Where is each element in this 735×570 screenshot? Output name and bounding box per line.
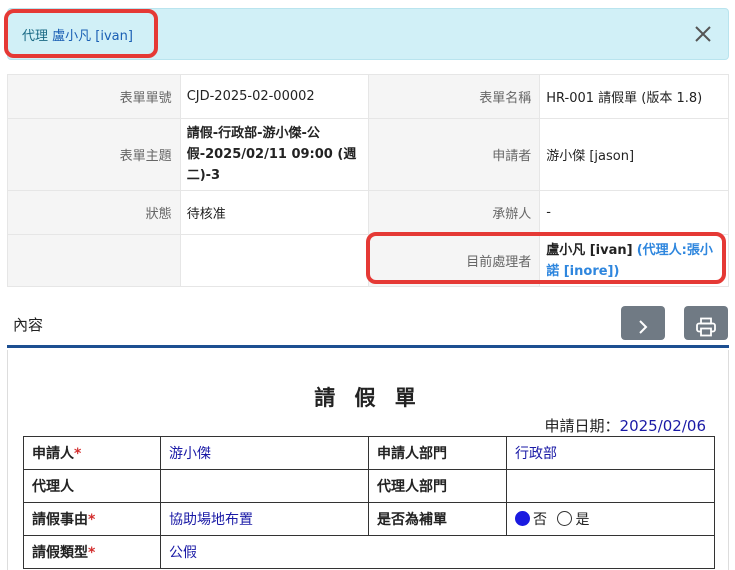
leave-form-title: 請 假 單	[314, 386, 422, 410]
form-dept-label: 申請人部門	[368, 436, 507, 470]
proxy-notice: 代理 盧小凡 [ivan]	[22, 25, 133, 44]
required-mark: *	[88, 512, 96, 528]
subject-label: 表單主題	[7, 118, 181, 191]
section-title: 內容	[13, 316, 44, 334]
current-handler-name: 盧小凡 [ivan]	[546, 242, 633, 258]
apply-date: 申請日期：2025/02/06	[545, 415, 706, 436]
status-value: 待核准	[179, 190, 369, 235]
leave-form: 請 假 單 申請日期：2025/02/06 申請人* 游小傑 申請人部門 行政部…	[7, 350, 729, 570]
form-makeup-label: 是否為補單	[368, 502, 507, 536]
form-applicant-label: 申請人*	[23, 436, 161, 470]
proxy-user-name: 盧小凡 [ivan]	[52, 29, 133, 44]
form-proxy-label: 代理人	[23, 469, 161, 503]
apply-date-value: 2025/02/06	[619, 417, 706, 435]
form-reason-value: 協助場地布置	[160, 502, 369, 536]
form-type-value: 公假	[160, 535, 715, 569]
content-section-header: 內容	[7, 306, 729, 348]
proxy-prefix: 代理	[22, 29, 49, 44]
form-name-value: HR-001 請假單 (版本 1.8)	[539, 74, 729, 119]
handler-label: 承辦人	[367, 190, 541, 235]
chevron-right-icon	[639, 319, 648, 334]
makeup-no-radio[interactable]	[515, 511, 530, 526]
required-mark: *	[74, 446, 82, 462]
form-proxy-dept-label: 代理人部門	[368, 469, 507, 503]
proxy-alert: 代理 盧小凡 [ivan]	[7, 8, 729, 60]
print-button[interactable]	[684, 306, 728, 340]
status-label: 狀態	[7, 190, 181, 235]
close-alert-button[interactable]	[688, 19, 718, 49]
current-handler-value: 盧小凡 [ivan] (代理人:張小諾 [inore])	[539, 234, 729, 287]
form-proxy-value	[160, 469, 369, 503]
form-no-value: CJD-2025-02-00002	[179, 74, 369, 119]
makeup-no-label: 否	[533, 512, 547, 528]
makeup-yes-label: 是	[575, 512, 590, 528]
empty-value	[179, 234, 369, 287]
current-handler-label: 目前處理者	[367, 234, 541, 287]
empty-label	[7, 234, 181, 287]
subject-value: 請假-行政部-游小傑-公假-2025/02/11 09:00 (週二)-3	[179, 118, 369, 191]
printer-icon	[696, 317, 716, 336]
form-reason-label: 請假事由*	[23, 502, 161, 536]
form-info-table: 表單單號 CJD-2025-02-00002 表單名稱 HR-001 請假單 (…	[7, 74, 729, 287]
apply-date-label: 申請日期：	[544, 417, 620, 435]
close-icon	[695, 26, 711, 42]
leave-form-table: 申請人* 游小傑 申請人部門 行政部 代理人 代理人部門 請假事由* 協助場地布…	[23, 436, 715, 569]
applicant-label: 申請者	[367, 118, 541, 191]
form-makeup-options: 否 是	[506, 502, 715, 536]
form-proxy-dept-value	[506, 469, 715, 503]
form-no-label: 表單單號	[7, 74, 181, 119]
required-mark: *	[88, 545, 96, 561]
handler-value: -	[539, 190, 729, 235]
form-applicant-value: 游小傑	[160, 436, 369, 470]
next-button[interactable]	[621, 306, 665, 340]
form-type-label: 請假類型*	[23, 535, 161, 569]
applicant-value: 游小傑 [jason]	[539, 118, 729, 191]
makeup-yes-radio[interactable]	[557, 511, 573, 526]
form-dept-value: 行政部	[506, 436, 715, 470]
form-name-label: 表單名稱	[367, 74, 541, 119]
